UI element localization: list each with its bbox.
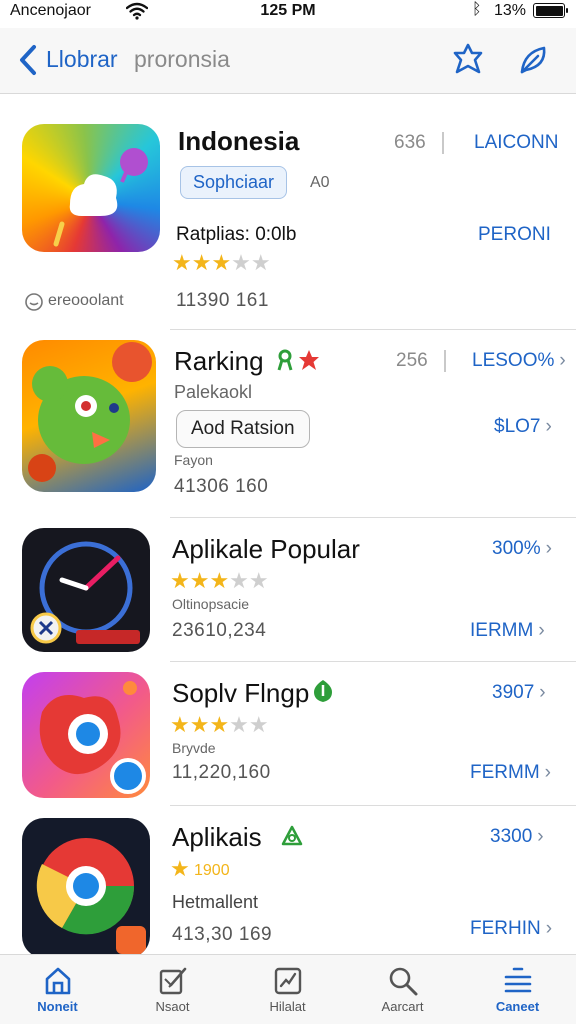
app-name: Indonesia xyxy=(178,126,300,156)
verified-icon xyxy=(314,680,332,702)
tab-menu[interactable]: Caneet xyxy=(460,955,575,1024)
home-icon xyxy=(45,967,70,995)
tab-bar: Noneit Nsaot Hilalat Aarcart Caneet xyxy=(0,954,576,1024)
download-count: 41306 160 xyxy=(174,476,269,497)
download-count: 11,220,160 xyxy=(172,762,271,783)
list-item[interactable]: Soplv Flngp 3907 › ★★★★★ Bryvde 11,220,16… xyxy=(0,662,576,806)
divider xyxy=(444,350,446,372)
app-subtitle: Bryvde xyxy=(172,740,216,756)
star-rating: ★★★★★ xyxy=(170,712,269,737)
search-icon xyxy=(389,967,417,996)
category-badge[interactable]: Sophciaar xyxy=(180,166,288,199)
app-metric: 256 xyxy=(396,350,428,371)
price-button[interactable]: $LO7 › xyxy=(494,416,552,438)
app-icon xyxy=(22,340,156,492)
price-button[interactable]: 3907 › xyxy=(492,682,546,704)
chart-icon xyxy=(274,967,301,995)
app-icon xyxy=(22,818,150,954)
tab-label: Hilalat xyxy=(269,999,306,1014)
app-subtitle: Hetmallent xyxy=(172,892,259,912)
list-item[interactable]: Rarking 256 LESOO% › Palekaokl Aod Ratsio… xyxy=(0,330,576,518)
developer-icon xyxy=(25,293,43,311)
star-rating: ★★★★★ xyxy=(170,568,269,593)
tab-label: Nsaot xyxy=(155,999,190,1014)
app-action-link[interactable]: IERMM › xyxy=(470,620,545,642)
developer-name: ereooolant xyxy=(48,292,124,309)
award-icon xyxy=(277,349,319,371)
back-button[interactable]: Llobrar xyxy=(46,46,118,73)
edit-icon xyxy=(159,967,186,995)
app-icon xyxy=(22,124,160,252)
app-subtitle: Oltinopsacie xyxy=(172,596,250,612)
tab-label: Caneet xyxy=(495,999,540,1014)
app-action-link[interactable]: FERMM › xyxy=(470,762,551,784)
tab-label: Noneit xyxy=(37,999,78,1014)
app-icon xyxy=(22,528,150,652)
price-button[interactable]: 300% › xyxy=(492,538,552,560)
rating-text: 1900 xyxy=(194,862,230,879)
battery-icon xyxy=(533,3,568,18)
divider xyxy=(442,132,444,154)
download-count: 413,30 169 xyxy=(172,924,273,945)
list-item[interactable]: Aplikale Popular 300% › ★★★★★ Oltinopsaci… xyxy=(0,518,576,662)
price-button[interactable]: PERONI xyxy=(478,224,551,246)
menu-icon xyxy=(504,967,531,993)
app-subtitle: Palekaokl xyxy=(174,382,253,402)
page-title: proronsia xyxy=(134,46,230,72)
small-label: Fayon xyxy=(174,452,213,468)
add-button[interactable]: Aod Ratsion xyxy=(176,410,310,448)
app-icon xyxy=(22,672,150,798)
star-rating: ★ xyxy=(170,856,190,881)
list-item[interactable]: Indonesia 636 LAICONN Sophciaar A0 Ratpl… xyxy=(0,96,576,330)
tab-news[interactable]: Nsaot xyxy=(115,955,230,1024)
badge-note: A0 xyxy=(310,174,330,191)
tab-home[interactable]: Noneit xyxy=(0,955,115,1024)
tab-search[interactable]: Aarcart xyxy=(345,955,460,1024)
price-button[interactable]: 3300 › xyxy=(490,826,544,848)
tab-label: Aarcart xyxy=(381,999,424,1014)
app-name: Aplikais xyxy=(172,822,262,852)
app-name: Soplv Flngp xyxy=(172,678,310,708)
download-count: 11390 161 xyxy=(176,290,269,311)
battery-percent: 13% xyxy=(494,2,527,19)
app-name: Aplikale Popular xyxy=(172,534,360,564)
favorite-icon[interactable] xyxy=(448,40,488,80)
back-chevron-icon[interactable] xyxy=(14,41,44,79)
rating-label: Ratplias: 0:0lb xyxy=(176,224,297,245)
bluetooth-icon: ᛒ xyxy=(472,1,482,18)
status-bar: Ancenojaor 125 PM ᛒ 13% xyxy=(0,0,576,24)
app-action-link[interactable]: LAICONN xyxy=(474,132,558,154)
clock: 125 PM xyxy=(260,2,316,19)
app-name: Rarking xyxy=(174,346,264,376)
app-action-link[interactable]: FERHIN › xyxy=(470,918,552,940)
app-list: Indonesia 636 LAICONN Sophciaar A0 Ratpl… xyxy=(0,96,576,954)
app-metric: 636 xyxy=(394,132,426,153)
navigation-bar: Llobrar proronsia xyxy=(0,28,576,94)
list-item[interactable]: Aplikais 3300 › ★ 1900 Hetmallent 413,30 … xyxy=(0,806,576,954)
leaf-icon xyxy=(281,825,303,846)
app-action-link[interactable]: LESOO% › xyxy=(472,350,566,372)
download-count: 23610,234 xyxy=(172,620,267,641)
share-icon[interactable] xyxy=(514,40,554,80)
star-rating: ★★★★★ xyxy=(172,250,271,275)
tab-stats[interactable]: Hilalat xyxy=(230,955,345,1024)
